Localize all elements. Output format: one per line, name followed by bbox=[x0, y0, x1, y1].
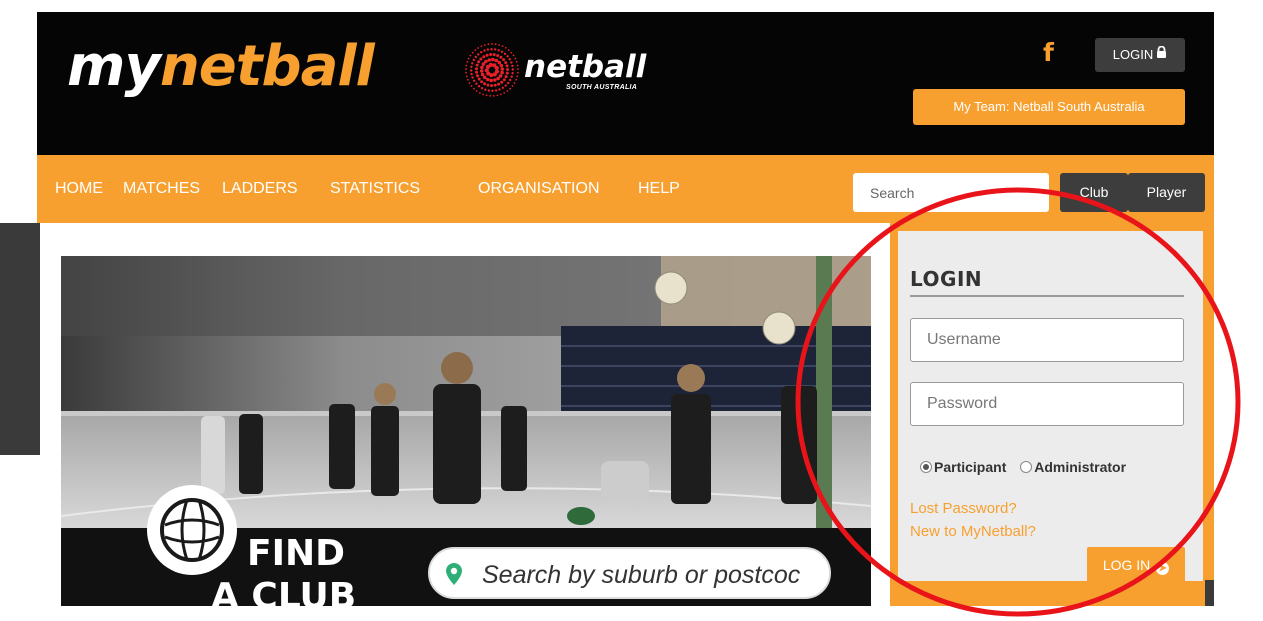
participant-radio[interactable] bbox=[920, 461, 932, 473]
login-submit-button[interactable]: LOG IN ➤ bbox=[1087, 547, 1185, 584]
main-nav: HOME MATCHES LADDERS STATISTICS ORGANISA… bbox=[37, 155, 1214, 223]
new-user-link[interactable]: New to MyNetball? bbox=[910, 523, 1036, 541]
participant-option[interactable]: Participant bbox=[920, 459, 1006, 475]
partner-subtitle: SOUTH AUSTRALIA bbox=[566, 84, 638, 91]
logo-prefix: my bbox=[67, 34, 161, 99]
netball-burst-icon bbox=[465, 43, 519, 97]
facebook-icon[interactable]: f bbox=[1043, 40, 1054, 66]
player-search-button[interactable]: Player bbox=[1128, 173, 1205, 212]
nav-matches[interactable]: MATCHES bbox=[123, 179, 200, 199]
login-form: LOGIN Participant Administrator Lost Pas… bbox=[898, 231, 1203, 584]
find-heading-line2: A CLUB bbox=[211, 576, 357, 607]
partner-name: netball bbox=[524, 49, 647, 85]
club-search-placeholder: Search by suburb or postcoc bbox=[482, 561, 801, 589]
nav-statistics[interactable]: STATISTICS bbox=[330, 179, 420, 199]
find-a-club-banner[interactable]: FIND A CLUB Search by suburb or postcoc bbox=[61, 256, 871, 606]
search-input[interactable] bbox=[853, 173, 1049, 212]
participant-label: Participant bbox=[934, 459, 1007, 475]
administrator-radio[interactable] bbox=[1020, 461, 1033, 473]
administrator-label: Administrator bbox=[1034, 459, 1127, 475]
my-team-button[interactable]: My Team: Netball South Australia bbox=[913, 89, 1185, 125]
header-login-label: LOGIN bbox=[1112, 47, 1154, 62]
mynetball-logo[interactable]: mynetball bbox=[67, 32, 375, 102]
password-field[interactable] bbox=[910, 382, 1184, 426]
administrator-option[interactable]: Administrator bbox=[1020, 459, 1126, 475]
username-field[interactable] bbox=[910, 318, 1184, 362]
role-selector: Participant Administrator bbox=[920, 458, 1126, 476]
login-divider bbox=[910, 295, 1184, 297]
netball-icon bbox=[147, 485, 237, 575]
login-panel: LOGIN Participant Administrator Lost Pas… bbox=[890, 223, 1214, 606]
club-search-button[interactable]: Club bbox=[1060, 173, 1128, 212]
right-decor-strip bbox=[1205, 580, 1214, 606]
nav-home[interactable]: HOME bbox=[55, 179, 103, 199]
netball-sa-logo[interactable]: netball SOUTH AUSTRALIA bbox=[464, 37, 664, 107]
login-submit-label: LOG IN bbox=[1102, 557, 1151, 573]
page: mynetball netball SOUTH AUSTRALIA f LOGI… bbox=[0, 0, 1263, 621]
club-location-search[interactable]: Search by suburb or postcoc bbox=[428, 547, 831, 599]
left-decor-strip-lower bbox=[0, 455, 40, 621]
lock-icon bbox=[1156, 37, 1167, 71]
pin-icon bbox=[446, 563, 462, 590]
lost-password-link[interactable]: Lost Password? bbox=[910, 500, 1017, 518]
find-heading-line1: FIND bbox=[247, 533, 345, 574]
header-login-button[interactable]: LOGIN bbox=[1095, 38, 1185, 72]
site-header: mynetball netball SOUTH AUSTRALIA f LOGI… bbox=[37, 12, 1214, 155]
logo-suffix: netball bbox=[159, 34, 375, 99]
arrow-circle-right-icon: ➤ bbox=[1156, 562, 1170, 575]
login-title: LOGIN bbox=[910, 267, 983, 291]
nav-help[interactable]: HELP bbox=[638, 179, 680, 199]
nav-ladders[interactable]: LADDERS bbox=[222, 179, 298, 199]
nav-organisation[interactable]: ORGANISATION bbox=[478, 179, 600, 199]
